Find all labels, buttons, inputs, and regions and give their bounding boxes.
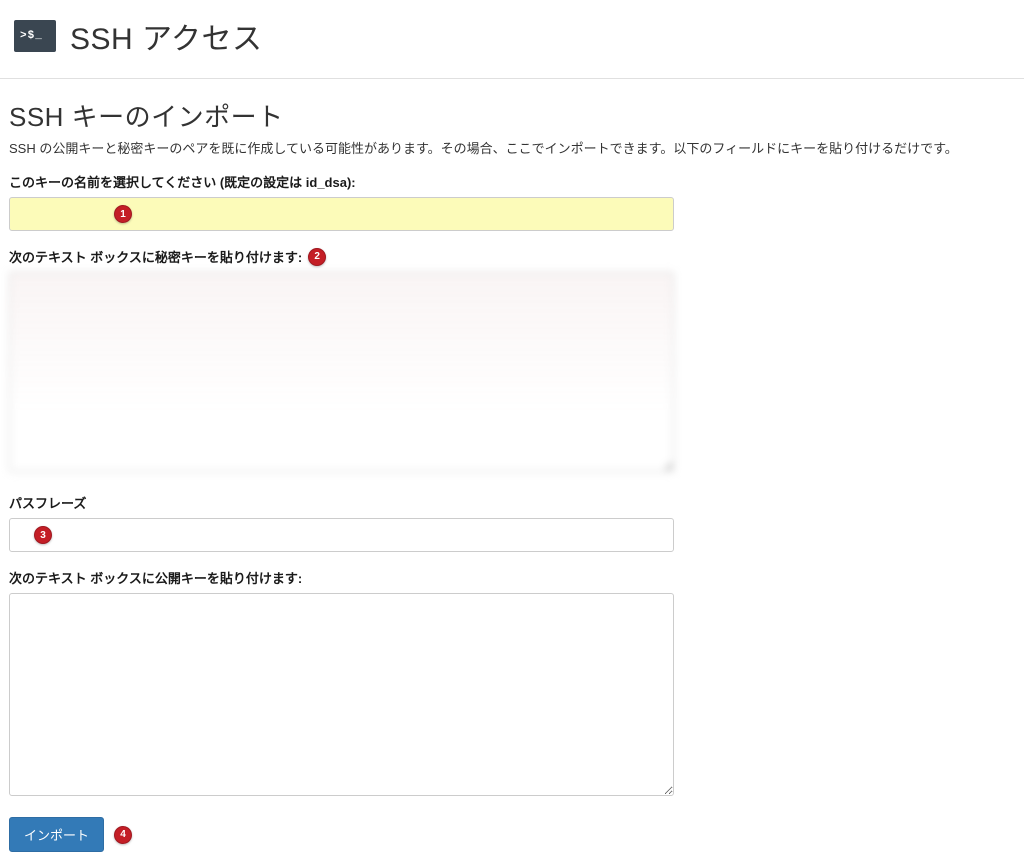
page-title: SSH アクセス xyxy=(70,14,263,58)
passphrase-field-group: パスフレーズ 3 xyxy=(9,493,1015,552)
passphrase-label-text: パスフレーズ xyxy=(9,493,86,512)
import-button-row: インポート 4 xyxy=(9,817,1015,852)
content-area: SSH キーのインポート SSH の公開キーと秘密キーのペアを既に作成している可… xyxy=(0,79,1024,852)
section-description: SSH の公開キーと秘密キーのペアを既に作成している可能性があります。その場合、… xyxy=(9,140,1015,158)
page-header: >$_ SSH アクセス xyxy=(0,0,1024,79)
annotation-badge-1: 1 xyxy=(114,205,132,223)
public-key-textarea[interactable] xyxy=(9,593,674,796)
key-name-label-text: このキーの名前を選択してください (既定の設定は id_dsa): xyxy=(9,172,356,191)
key-name-input[interactable] xyxy=(9,197,674,231)
key-name-field-group: このキーの名前を選択してください (既定の設定は id_dsa): 1 xyxy=(9,172,1015,231)
terminal-icon: >$_ xyxy=(14,20,56,52)
public-key-label: 次のテキスト ボックスに公開キーを貼り付けます: xyxy=(9,568,1015,587)
key-name-label: このキーの名前を選択してください (既定の設定は id_dsa): xyxy=(9,172,1015,191)
private-key-label-text: 次のテキスト ボックスに秘密キーを貼り付けます: xyxy=(9,247,302,266)
annotation-badge-4: 4 xyxy=(114,826,132,844)
annotation-badge-2: 2 xyxy=(308,248,326,266)
annotation-badge-3: 3 xyxy=(34,526,52,544)
terminal-icon-glyph: >$_ xyxy=(20,30,43,42)
passphrase-label: パスフレーズ xyxy=(9,493,1015,512)
passphrase-input-wrapper: 3 xyxy=(9,518,1015,552)
passphrase-input[interactable] xyxy=(9,518,674,552)
public-key-field-group: 次のテキスト ボックスに公開キーを貼り付けます: xyxy=(9,568,1015,801)
import-button[interactable]: インポート xyxy=(9,817,104,852)
private-key-field-group: 次のテキスト ボックスに秘密キーを貼り付けます: 2 xyxy=(9,247,1015,477)
section-title: SSH キーのインポート xyxy=(9,97,1015,134)
private-key-label: 次のテキスト ボックスに秘密キーを貼り付けます: 2 xyxy=(9,247,1015,266)
key-name-input-wrapper: 1 xyxy=(9,197,1015,231)
private-key-textarea[interactable] xyxy=(9,272,674,472)
public-key-label-text: 次のテキスト ボックスに公開キーを貼り付けます: xyxy=(9,568,302,587)
